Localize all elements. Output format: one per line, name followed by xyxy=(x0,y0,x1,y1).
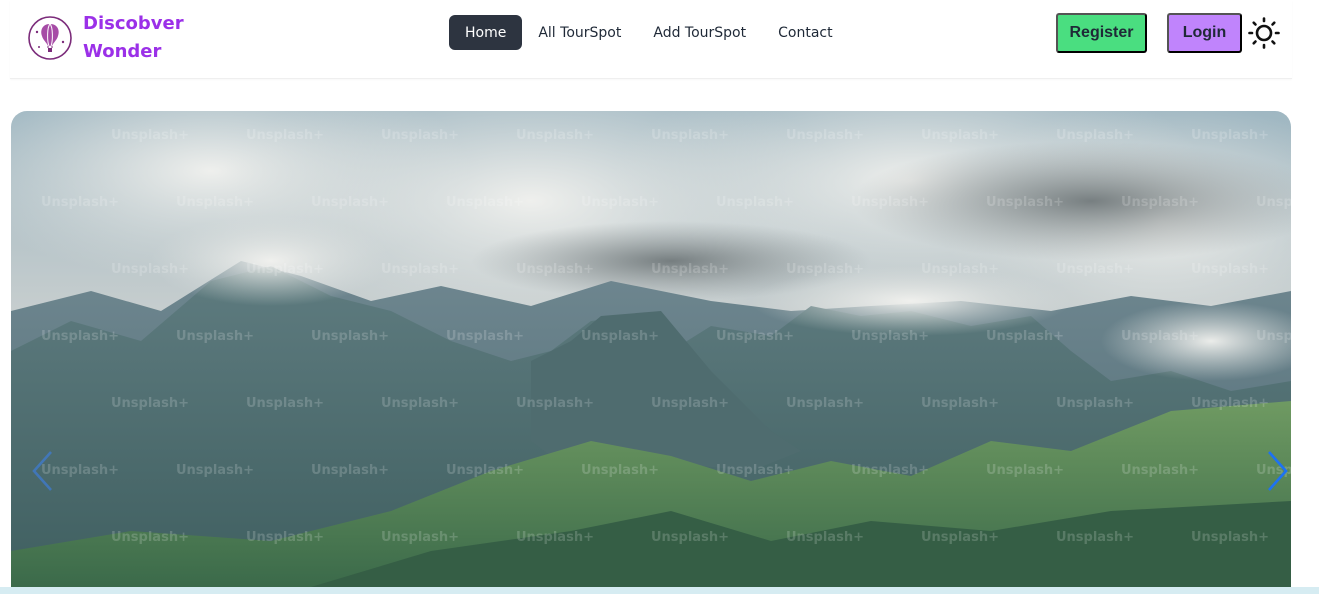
watermark-text: Unsplash+ xyxy=(1256,195,1291,210)
nav-item-home[interactable]: Home xyxy=(449,15,523,50)
watermark-text: Unsplash+ xyxy=(41,329,119,344)
watermark-text: Unsplash+ xyxy=(381,128,459,143)
watermark-text: Unsplash+ xyxy=(111,530,189,545)
chevron-right-icon[interactable] xyxy=(1263,446,1291,496)
watermark-text: Unsplash+ xyxy=(246,262,324,277)
brand[interactable]: Discobver Wonder xyxy=(27,10,213,66)
watermark-text: Unsplash+ xyxy=(516,128,594,143)
brand-name: Discobver Wonder xyxy=(83,10,213,66)
watermark-text: Unsplash+ xyxy=(1191,530,1269,545)
watermark-text: Unsplash+ xyxy=(111,128,189,143)
watermark-text: Unsplash+ xyxy=(716,329,794,344)
watermark-text: Unsplash+ xyxy=(111,262,189,277)
watermark-text: Unsplash+ xyxy=(246,530,324,545)
watermark-text: Unsplash+ xyxy=(786,530,864,545)
watermark-text: Unsplash+ xyxy=(516,396,594,411)
navbar: Discobver Wonder Home All TourSpot Add T… xyxy=(10,0,1292,79)
chevron-left-icon[interactable] xyxy=(29,446,59,496)
watermark-text: Unsplash+ xyxy=(581,463,659,478)
watermark-text: Unsplash+ xyxy=(921,396,999,411)
watermark-text: Unsplash+ xyxy=(921,128,999,143)
watermark-text: Unsplash+ xyxy=(516,262,594,277)
nav-item-add-tourspot[interactable]: Add TourSpot xyxy=(637,15,762,50)
watermark-text: Unsplash+ xyxy=(651,262,729,277)
hot-air-balloon-icon xyxy=(28,16,72,60)
watermark-text: Unsplash+ xyxy=(176,195,254,210)
watermark-text: Unsplash+ xyxy=(381,530,459,545)
watermark-text: Unsplash+ xyxy=(1056,262,1134,277)
nav-item-contact[interactable]: Contact xyxy=(762,15,848,50)
watermark-text: Unsplash+ xyxy=(1121,195,1199,210)
watermark-text: Unsplash+ xyxy=(651,396,729,411)
watermark-text: Unsplash+ xyxy=(176,463,254,478)
watermark-text: Unsplash+ xyxy=(651,530,729,545)
watermark-text: Unsplash+ xyxy=(1056,128,1134,143)
watermark-text: Unsplash+ xyxy=(1256,329,1291,344)
watermark-text: Unsplash+ xyxy=(446,463,524,478)
mountain-landscape-image: Unsplash+ Unsplash+ Unsplash+ Unsplash+ Unsp… xyxy=(11,111,1291,587)
watermark-text: Unsplash+ xyxy=(311,329,389,344)
watermark-text: Unsplash+ xyxy=(921,530,999,545)
watermark-text: Unsplash+ xyxy=(986,329,1064,344)
nav-item-all-tourspot[interactable]: All TourSpot xyxy=(522,15,637,50)
nav-links: Home All TourSpot Add TourSpot Contact xyxy=(449,15,849,50)
watermark-text: Unsplash+ xyxy=(246,128,324,143)
hero-carousel: Unsplash+ Unsplash+ Unsplash+ Unsplash+ Unsp… xyxy=(11,111,1291,587)
watermark-text: Unsplash+ xyxy=(41,195,119,210)
watermark-text: Unsplash+ xyxy=(986,195,1064,210)
watermark-text: Unsplash+ xyxy=(176,329,254,344)
register-button[interactable]: Register xyxy=(1056,13,1147,53)
brand-name-line2: Wonder xyxy=(83,41,162,62)
watermark-text: Unsplash+ xyxy=(381,262,459,277)
watermark-text: Unsplash+ xyxy=(1191,128,1269,143)
sun-icon[interactable] xyxy=(1248,17,1280,49)
watermark-text: Unsplash+ xyxy=(1191,262,1269,277)
watermark-text: Unsplash+ xyxy=(1121,329,1199,344)
watermark-text: Unsplash+ xyxy=(381,396,459,411)
watermark-text: Unsplash+ xyxy=(1191,396,1269,411)
watermark-text: Unsplash+ xyxy=(311,463,389,478)
watermark-text: Unsplash+ xyxy=(986,463,1064,478)
watermark-text: Unsplash+ xyxy=(516,530,594,545)
watermark-text: Unsplash+ xyxy=(851,195,929,210)
watermark-text: Unsplash+ xyxy=(1056,530,1134,545)
bottom-strip xyxy=(0,587,1319,594)
watermark-text: Unsplash+ xyxy=(1056,396,1134,411)
watermark-text: Unsplash+ xyxy=(786,262,864,277)
watermark-text: Unsplash+ xyxy=(786,396,864,411)
watermark-text: Unsplash+ xyxy=(246,396,324,411)
watermark-text: Unsplash+ xyxy=(446,329,524,344)
watermark-text: Unsplash+ xyxy=(651,128,729,143)
watermark-text: Unsplash+ xyxy=(581,195,659,210)
watermark-text: Unsplash+ xyxy=(111,396,189,411)
watermark-text: Unsplash+ xyxy=(716,463,794,478)
watermark-text: Unsplash+ xyxy=(716,195,794,210)
watermark-text: Unsplash+ xyxy=(786,128,864,143)
watermark-text: Unsplash+ xyxy=(446,195,524,210)
login-button[interactable]: Login xyxy=(1167,13,1242,53)
watermark-text: Unsplash+ xyxy=(581,329,659,344)
brand-name-line1: Discobver xyxy=(83,13,184,34)
watermark-text: Unsplash+ xyxy=(921,262,999,277)
watermark-text: Unsplash+ xyxy=(311,195,389,210)
watermark-text: Unsplash+ xyxy=(851,463,929,478)
watermark-text: Unsplash+ xyxy=(851,329,929,344)
watermark-text: Unsplash+ xyxy=(1121,463,1199,478)
